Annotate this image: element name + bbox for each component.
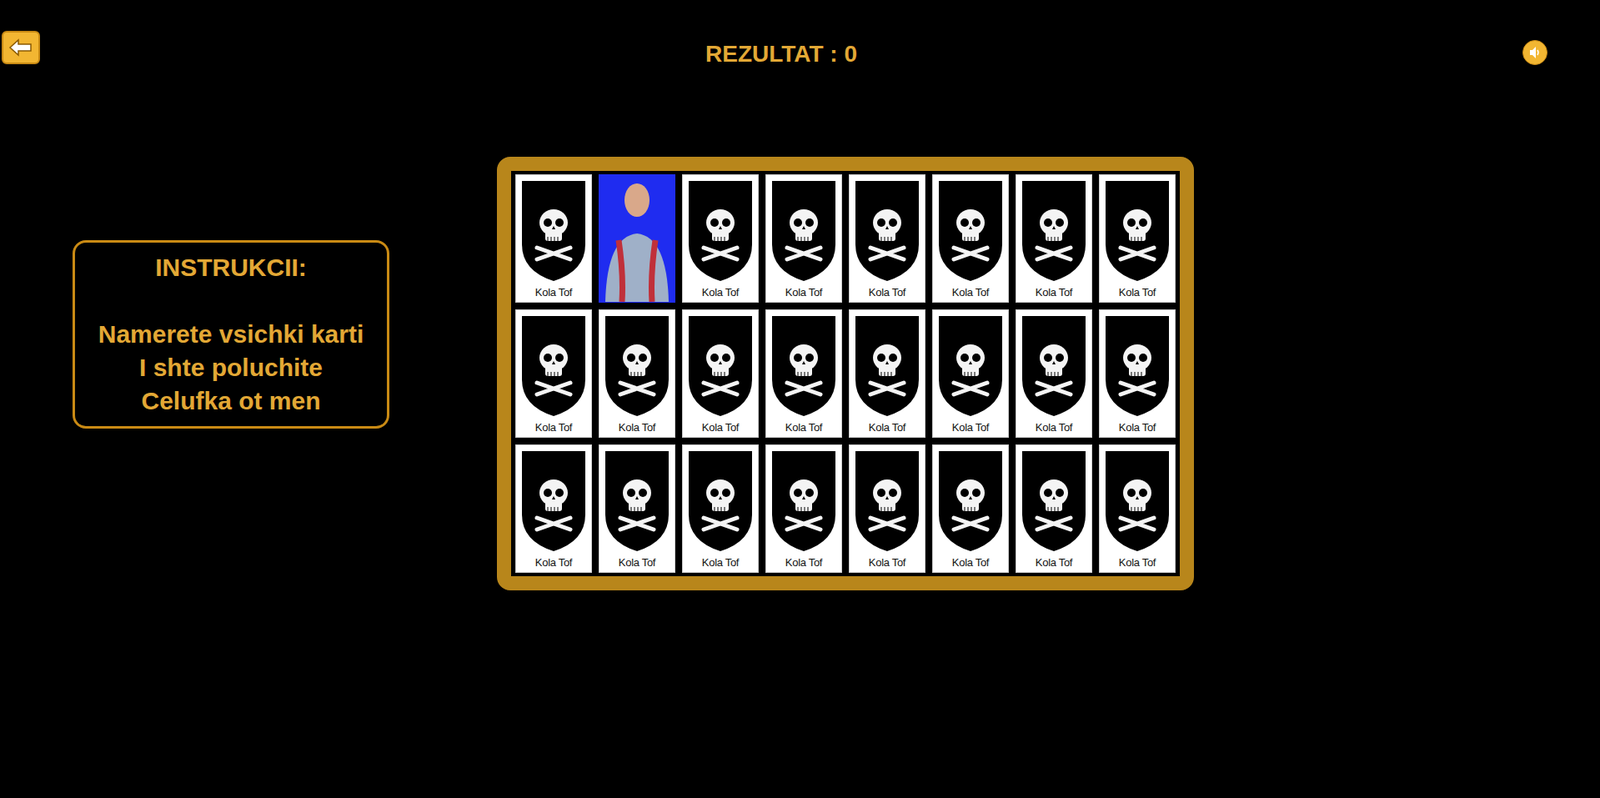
card-label: Kola Tof (535, 421, 572, 435)
card-label: Kola Tof (1118, 421, 1156, 435)
skull-shield-icon (518, 177, 589, 285)
card-label: Kola Tof (535, 556, 572, 570)
skull-shield-icon (1018, 312, 1089, 420)
skull-shield-icon (1018, 177, 1089, 285)
skull-shield-icon (1102, 177, 1173, 285)
instructions-title: INSTRUKCII: (80, 250, 382, 285)
memory-card[interactable]: Kola Tof (765, 174, 843, 303)
memory-card[interactable]: Kola Tof (765, 444, 843, 573)
memory-card[interactable] (598, 174, 676, 303)
skull-shield-icon (601, 312, 673, 420)
skull-shield-icon (518, 312, 589, 420)
skull-shield-icon (518, 447, 589, 555)
memory-card[interactable]: Kola Tof (598, 309, 676, 438)
instructions-line: I shte poluchite (80, 351, 382, 385)
memory-card[interactable]: Kola Tof (1015, 174, 1093, 303)
card-label: Kola Tof (868, 556, 906, 570)
card-label: Kola Tof (785, 421, 823, 435)
skull-shield-icon (1102, 312, 1173, 420)
skull-shield-icon (852, 177, 923, 285)
memory-card[interactable]: Kola Tof (1098, 309, 1176, 438)
skull-shield-icon (1102, 447, 1173, 555)
card-label: Kola Tof (952, 421, 989, 435)
card-label: Kola Tof (785, 556, 823, 570)
card-label: Kola Tof (702, 556, 739, 570)
skull-shield-icon (601, 447, 673, 555)
memory-card[interactable]: Kola Tof (932, 444, 1009, 573)
skull-shield-icon (935, 312, 1006, 420)
card-label: Kola Tof (1035, 421, 1073, 435)
memory-card[interactable]: Kola Tof (1015, 444, 1093, 573)
card-label: Kola Tof (952, 285, 989, 300)
skull-shield-icon (852, 312, 923, 420)
memory-card[interactable]: Kola Tof (515, 174, 592, 303)
back-button[interactable] (1, 30, 41, 65)
back-arrow-icon (8, 38, 34, 57)
photo-picture (598, 174, 676, 302)
memory-card[interactable]: Kola Tof (932, 309, 1009, 438)
memory-card[interactable]: Kola Tof (598, 444, 676, 573)
instructions-line: Namerete vsichki karti (80, 317, 382, 352)
memory-card[interactable]: Kola Tof (765, 309, 843, 438)
instructions-panel: INSTRUKCII: Namerete vsichki kartiI shte … (72, 240, 390, 429)
card-board: Kola Tof Kola Tof Kola Tof Kola Tof Kola Tof… (496, 156, 1194, 591)
skull-shield-icon (768, 447, 839, 555)
card-label: Kola Tof (952, 556, 989, 570)
card-label: Kola Tof (868, 421, 906, 435)
memory-card[interactable]: Kola Tof (848, 444, 926, 573)
card-label: Kola Tof (702, 421, 739, 435)
skull-shield-icon (1018, 447, 1089, 555)
skull-shield-icon (852, 447, 923, 555)
skull-shield-icon (685, 447, 756, 555)
card-label: Kola Tof (618, 421, 656, 435)
memory-card[interactable]: Kola Tof (848, 174, 926, 303)
card-label: Kola Tof (618, 556, 656, 570)
speaker-icon (1527, 45, 1543, 61)
card-label: Kola Tof (1035, 556, 1073, 570)
card-label: Kola Tof (1118, 285, 1156, 300)
card-label: Kola Tof (535, 285, 572, 300)
memory-card[interactable]: Kola Tof (848, 309, 926, 438)
memory-card[interactable]: Kola Tof (1098, 444, 1176, 573)
skull-shield-icon (935, 447, 1006, 555)
sound-button[interactable] (1522, 40, 1548, 66)
skull-shield-icon (935, 177, 1006, 285)
memory-card[interactable]: Kola Tof (1098, 174, 1176, 303)
card-label: Kola Tof (785, 285, 823, 300)
memory-card[interactable]: Kola Tof (682, 174, 759, 303)
memory-card[interactable]: Kola Tof (515, 444, 592, 573)
card-label: Kola Tof (702, 285, 739, 300)
score-text: REZULTAT : 0 (705, 36, 858, 72)
memory-card[interactable]: Kola Tof (682, 309, 759, 438)
skull-shield-icon (768, 177, 839, 285)
skull-shield-icon (685, 312, 756, 420)
card-label: Kola Tof (868, 285, 906, 300)
memory-card[interactable]: Kola Tof (682, 444, 759, 573)
memory-card[interactable]: Kola Tof (1015, 309, 1093, 438)
memory-card[interactable]: Kola Tof (515, 309, 592, 438)
card-label: Kola Tof (1035, 285, 1073, 300)
skull-shield-icon (685, 177, 756, 285)
memory-card[interactable]: Kola Tof (932, 174, 1009, 303)
instructions-line: Celufka ot men (80, 384, 382, 418)
card-label: Kola Tof (1118, 556, 1156, 570)
skull-shield-icon (768, 312, 839, 420)
